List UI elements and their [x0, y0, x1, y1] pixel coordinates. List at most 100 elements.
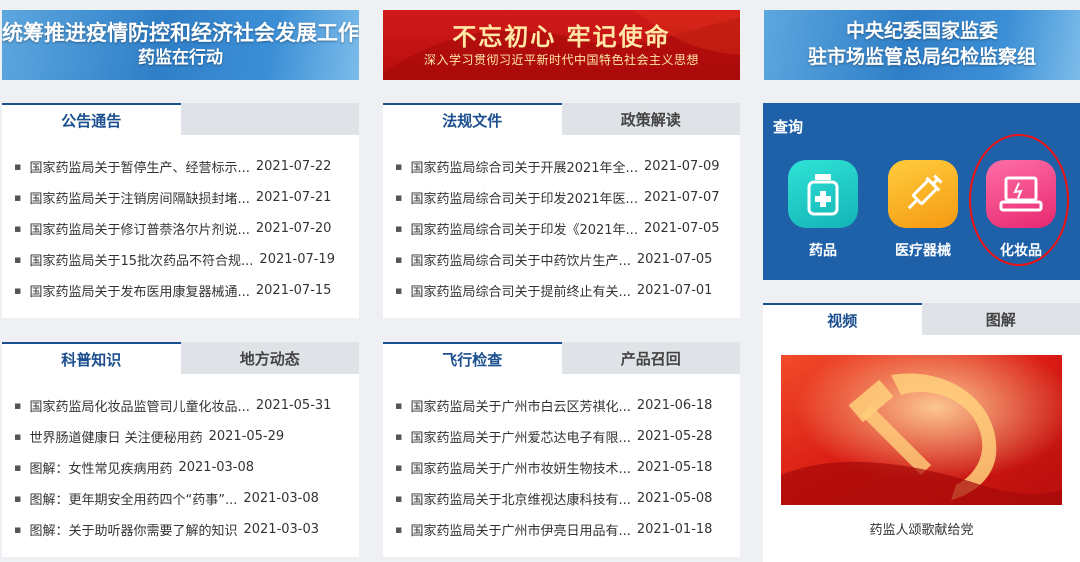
medicine-bottle-icon — [788, 160, 858, 228]
item-title: 国家药监局关于15批次药品不符合规... — [29, 254, 254, 269]
list-item[interactable]: ▪ 国家药监局综合司关于印发《2021年... 2021-07-05 — [395, 213, 740, 244]
banner-title: 统筹推进疫情防控和经济社会发展工作 — [2, 21, 359, 46]
item-date: 2021-07-22 — [255, 159, 332, 174]
bullet-icon: ▪ — [395, 492, 403, 505]
list-item[interactable]: ▪ 国家药监局关于广州爱芯达电子有限... 2021-05-28 — [395, 421, 740, 452]
bullet-icon: ▪ — [14, 284, 22, 297]
banner-epidemic-control[interactable]: 统筹推进疫情防控和经济社会发展工作 药监在行动 — [2, 10, 359, 80]
bullet-icon: ▪ — [14, 160, 22, 173]
list-item[interactable]: ▪ 国家药监局综合司关于提前终止有关... 2021-07-01 — [395, 275, 740, 306]
tab-empty[interactable] — [181, 103, 360, 135]
item-date: 2021-06-18 — [636, 398, 713, 413]
item-title: 图解：更年期安全用药四个“药事”... — [29, 493, 238, 508]
tab-video[interactable]: 视频 — [763, 303, 922, 335]
list-item[interactable]: ▪ 图解：女性常见疾病用药 2021-03-08 — [14, 452, 359, 483]
bullet-icon: ▪ — [395, 523, 403, 536]
list-item[interactable]: ▪ 国家药监局关于广州市伊亮日用品有... 2021-01-18 — [395, 514, 740, 545]
item-date: 2021-07-09 — [643, 159, 720, 174]
item-date: 2021-03-03 — [243, 522, 320, 537]
bullet-icon: ▪ — [395, 284, 403, 297]
item-title: 国家药监局关于暂停生产、经营标示... — [29, 161, 250, 176]
item-date: 2021-01-18 — [636, 522, 713, 537]
item-date: 2021-05-29 — [208, 429, 285, 444]
bullet-icon: ▪ — [395, 430, 403, 443]
item-date: 2021-07-15 — [255, 283, 332, 298]
flight-inspection-panel: 飞行检查 产品召回 ▪ 国家药监局关于广州市白云区芳祺化... 2021-06-18… — [383, 342, 740, 557]
bullet-icon: ▪ — [395, 222, 403, 235]
banner-original-mission[interactable]: 不忘初心 牢记使命 深入学习贯彻习近平新时代中国特色社会主义思想 — [383, 10, 740, 80]
list-item[interactable]: ▪ 图解：更年期安全用药四个“药事”... 2021-03-08 — [14, 483, 359, 514]
query-medicine-button[interactable]: 药品 — [778, 160, 868, 260]
banner-subtitle: 药监在行动 — [138, 48, 223, 69]
bullet-icon: ▪ — [395, 399, 403, 412]
item-date: 2021-05-31 — [255, 398, 332, 413]
list-item[interactable]: ▪ 世界肠道健康日 关注便秘用药 2021-05-29 — [14, 421, 359, 452]
item-date: 2021-07-05 — [643, 221, 720, 236]
list-item[interactable]: ▪ 国家药监局关于广州市白云区芳祺化... 2021-06-18 — [395, 390, 740, 421]
tab-bar: 飞行检查 产品召回 — [383, 342, 740, 374]
item-title: 国家药监局综合司关于开展2021年全... — [410, 161, 638, 176]
hammer-sickle-flag-icon — [781, 355, 1062, 505]
item-title: 国家药监局关于广州市妆妍生物技术... — [410, 462, 631, 477]
tab-regulations[interactable]: 法规文件 — [383, 103, 562, 135]
list-item[interactable]: ▪ 国家药监局化妆品监管司儿童化妆品... 2021-05-31 — [14, 390, 359, 421]
tab-bar: 法规文件 政策解读 — [383, 103, 740, 135]
video-thumbnail[interactable] — [781, 355, 1062, 505]
tab-science-knowledge[interactable]: 科普知识 — [2, 342, 181, 374]
list-item[interactable]: ▪ 国家药监局综合司关于印发2021年医... 2021-07-07 — [395, 182, 740, 213]
video-caption[interactable]: 药监人颂歌献给党 — [763, 519, 1080, 538]
tab-local-news[interactable]: 地方动态 — [181, 342, 360, 374]
item-title: 国家药监局化妆品监管司儿童化妆品... — [29, 400, 250, 415]
bullet-icon: ▪ — [14, 399, 22, 412]
list-item[interactable]: ▪ 国家药监局关于广州市妆妍生物技术... 2021-05-18 — [395, 452, 740, 483]
list-item[interactable]: ▪ 国家药监局综合司关于开展2021年全... 2021-07-09 — [395, 151, 740, 182]
item-date: 2021-07-20 — [255, 221, 332, 236]
query-medical-device-button[interactable]: 医疗器械 — [878, 160, 968, 260]
item-date: 2021-07-21 — [255, 190, 332, 205]
list-item[interactable]: ▪ 国家药监局关于15批次药品不符合规... 2021-07-19 — [14, 244, 359, 275]
announcements-panel: 公告通告 ▪ 国家药监局关于暂停生产、经营标示... 2021-07-22 ▪ 国家药… — [2, 103, 359, 318]
tab-flight-inspection[interactable]: 飞行检查 — [383, 342, 562, 374]
banner-discipline-inspection[interactable]: 中央纪委国家监委 驻市场监管总局纪检监察组 — [764, 10, 1080, 80]
list-item[interactable]: ▪ 国家药监局关于注销房间隔缺损封堵... 2021-07-21 — [14, 182, 359, 213]
bullet-icon: ▪ — [395, 253, 403, 266]
query-cosmetics-button[interactable]: 化妆品 — [976, 160, 1066, 260]
list-item[interactable]: ▪ 国家药监局关于北京维视达康科技有... 2021-05-08 — [395, 483, 740, 514]
tab-product-recall[interactable]: 产品召回 — [562, 342, 741, 374]
list-item[interactable]: ▪ 图解：关于助听器你需要了解的知识 2021-03-03 — [14, 514, 359, 545]
item-date: 2021-05-18 — [636, 460, 713, 475]
list-item[interactable]: ▪ 国家药监局关于修订普萘洛尔片剂说... 2021-07-20 — [14, 213, 359, 244]
list-item[interactable]: ▪ 国家药监局关于发布医用康复器械通... 2021-07-15 — [14, 275, 359, 306]
bullet-icon: ▪ — [395, 160, 403, 173]
announcement-list: ▪ 国家药监局关于暂停生产、经营标示... 2021-07-22 ▪ 国家药监局关于注… — [2, 135, 359, 306]
query-panel: 查询 药品 医疗器械 化妆品 — [763, 103, 1080, 280]
tab-illustration[interactable]: 图解 — [922, 303, 1080, 335]
item-title: 国家药监局关于修订普萘洛尔片剂说... — [29, 223, 250, 238]
inspection-list: ▪ 国家药监局关于广州市白云区芳祺化... 2021-06-18 ▪ 国家药监局关于广… — [383, 374, 740, 545]
regulations-panel: 法规文件 政策解读 ▪ 国家药监局综合司关于开展2021年全... 2021-07-… — [383, 103, 740, 318]
tab-bar: 公告通告 — [2, 103, 359, 135]
item-title: 国家药监局关于广州爱芯达电子有限... — [410, 431, 631, 446]
regulation-list: ▪ 国家药监局综合司关于开展2021年全... 2021-07-09 ▪ 国家药监局综… — [383, 135, 740, 306]
syringe-icon — [888, 160, 958, 228]
science-list: ▪ 国家药监局化妆品监管司儿童化妆品... 2021-05-31 ▪ 世界肠道健康日 … — [2, 374, 359, 545]
item-title: 国家药监局关于注销房间隔缺损封堵... — [29, 192, 250, 207]
item-date: 2021-07-19 — [259, 252, 335, 267]
banner-subtitle: 深入学习贯彻习近平新时代中国特色社会主义思想 — [423, 53, 699, 68]
query-label: 化妆品 — [1000, 243, 1042, 259]
list-item[interactable]: ▪ 国家药监局综合司关于中药饮片生产... 2021-07-05 — [395, 244, 740, 275]
bullet-icon: ▪ — [14, 191, 22, 204]
tab-bar: 科普知识 地方动态 — [2, 342, 359, 374]
list-item[interactable]: ▪ 国家药监局关于暂停生产、经营标示... 2021-07-22 — [14, 151, 359, 182]
bullet-icon: ▪ — [14, 253, 22, 266]
bullet-icon: ▪ — [395, 191, 403, 204]
item-date: 2021-03-08 — [178, 460, 255, 475]
query-title: 查询 — [773, 118, 804, 136]
item-title: 国家药监局综合司关于印发《2021年... — [410, 223, 638, 238]
bullet-icon: ▪ — [14, 461, 22, 474]
item-date: 2021-05-08 — [636, 491, 713, 506]
video-panel: 视频 图解 药监人颂歌献给党 — [763, 303, 1080, 562]
bullet-icon: ▪ — [14, 222, 22, 235]
tab-policy-interpretation[interactable]: 政策解读 — [562, 103, 741, 135]
tab-announcements[interactable]: 公告通告 — [2, 103, 181, 135]
